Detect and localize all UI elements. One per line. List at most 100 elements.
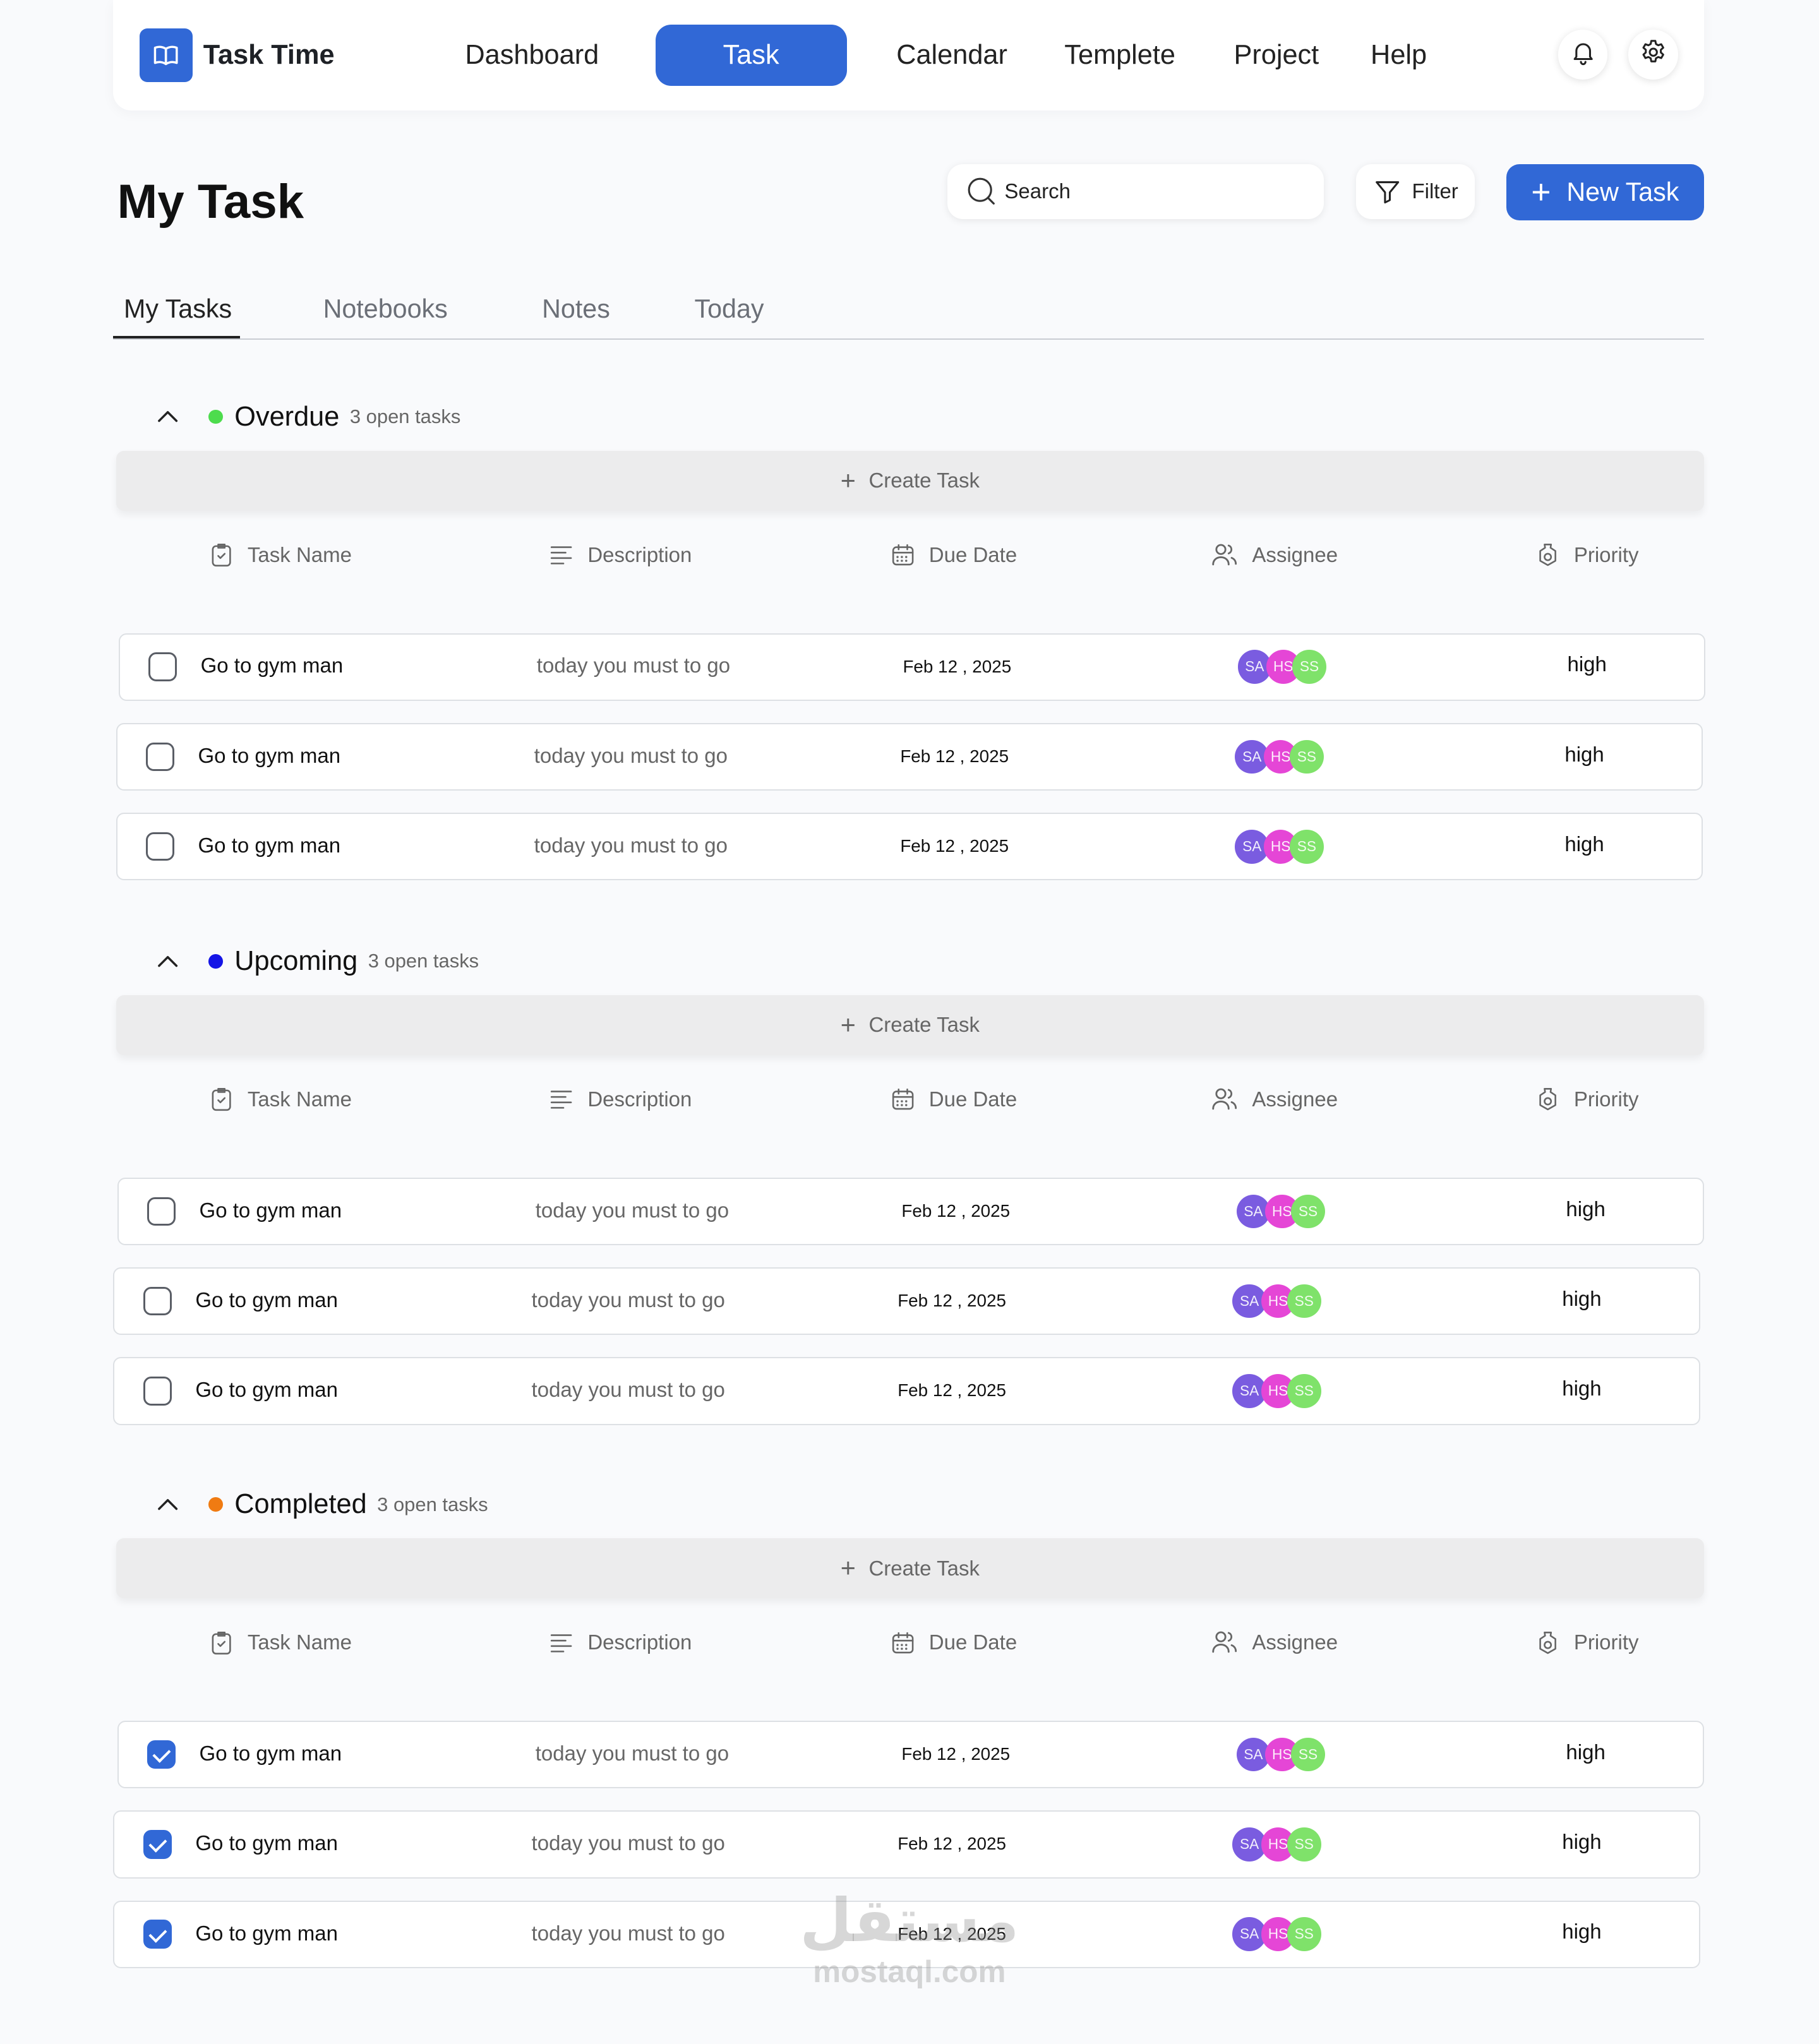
search-box[interactable]: Search: [947, 164, 1324, 219]
avatar-ss[interactable]: SS: [1287, 1827, 1321, 1862]
table-row[interactable]: Go to gym man today you must to go Feb 12 …: [113, 1357, 1700, 1425]
column-label: Priority: [1573, 1087, 1639, 1111]
avatar-ss[interactable]: SS: [1290, 739, 1324, 774]
col-task-name[interactable]: Task Name: [208, 534, 352, 576]
users-icon: [1210, 541, 1252, 569]
avatar-ss[interactable]: SS: [1287, 1917, 1321, 1951]
description-lines-icon: [548, 1086, 587, 1112]
calendar-icon: [890, 1630, 929, 1656]
nav-task[interactable]: Task: [655, 25, 847, 87]
col-description[interactable]: Description: [548, 1622, 692, 1663]
task-checkbox[interactable]: [143, 1377, 172, 1406]
avatar-ss[interactable]: SS: [1287, 1284, 1321, 1318]
priority-hexagon-icon: [1535, 542, 1574, 568]
table-row[interactable]: Go to gym man today you must to go Feb 12 …: [116, 722, 1703, 791]
group-header[interactable]: Completed 3 open tasks: [155, 1481, 488, 1527]
group-header[interactable]: Upcoming 3 open tasks: [155, 938, 479, 984]
users-icon: [1210, 1628, 1252, 1656]
group-header[interactable]: Overdue 3 open tasks: [155, 393, 460, 440]
table-row[interactable]: Go to gym man today you must to go Feb 12 …: [116, 813, 1703, 881]
task-priority: high: [1562, 1920, 1602, 1944]
column-label: Description: [587, 542, 692, 566]
task-checkbox[interactable]: [148, 652, 177, 681]
clipboard-check-icon: [208, 1630, 248, 1656]
tab-my-tasks[interactable]: My Tasks: [124, 294, 232, 324]
task-description: today you must to go: [535, 1198, 729, 1222]
top-navbar: Task Time Dashboard Task Calendar Temple…: [113, 0, 1705, 111]
table-row[interactable]: Go to gym man today you must to go Feb 12 …: [113, 1267, 1700, 1336]
task-due-date: Feb 12 , 2025: [901, 1744, 1011, 1764]
plus-icon: +: [1531, 172, 1551, 211]
page-title: My Task: [117, 175, 304, 229]
column-label: Due Date: [928, 1630, 1018, 1654]
chevron-up-icon[interactable]: [155, 948, 181, 974]
group-title: Completed: [234, 1489, 367, 1520]
filter-button[interactable]: Filter: [1356, 164, 1475, 219]
task-checkbox[interactable]: [145, 742, 175, 772]
avatar-ss[interactable]: SS: [1291, 1737, 1325, 1772]
task-name: Go to gym man: [198, 834, 341, 858]
tab-today[interactable]: Today: [694, 294, 764, 324]
col-due-date[interactable]: Due Date: [890, 1622, 1017, 1663]
task-due-date: Feb 12 , 2025: [897, 1380, 1006, 1401]
nav-templete[interactable]: Templete: [1064, 25, 1175, 86]
clipboard-check-icon: [208, 1086, 248, 1112]
avatar-ss[interactable]: SS: [1292, 650, 1326, 684]
table-row[interactable]: Go to gym man today you must to go Feb 12 …: [117, 1177, 1705, 1245]
column-label: Due Date: [928, 1087, 1018, 1111]
col-priority[interactable]: Priority: [1535, 534, 1639, 576]
task-due-date: Feb 12 , 2025: [900, 746, 1009, 766]
column-label: Description: [587, 1087, 692, 1111]
col-due-date[interactable]: Due Date: [890, 534, 1017, 576]
col-assignee[interactable]: Assignee: [1210, 534, 1338, 576]
table-row[interactable]: Go to gym man today you must to go Feb 12 …: [117, 1720, 1705, 1789]
avatar-ss[interactable]: SS: [1290, 829, 1324, 864]
nav-calendar[interactable]: Calendar: [896, 25, 1007, 86]
create-task-button[interactable]: + Create Task: [116, 995, 1705, 1055]
task-name: Go to gym man: [199, 1741, 342, 1765]
task-checkbox[interactable]: [143, 1920, 172, 1949]
col-task-name[interactable]: Task Name: [208, 1622, 352, 1663]
task-checkbox[interactable]: [143, 1830, 172, 1859]
col-due-date[interactable]: Due Date: [890, 1079, 1017, 1120]
nav-help[interactable]: Help: [1371, 25, 1427, 86]
task-checkbox[interactable]: [143, 1286, 172, 1316]
settings-button[interactable]: [1628, 30, 1678, 80]
search-input[interactable]: Search: [1004, 179, 1071, 203]
task-name: Go to gym man: [200, 654, 344, 678]
create-task-button[interactable]: + Create Task: [116, 1538, 1705, 1599]
group-status-dot: [208, 953, 223, 969]
task-priority: high: [1567, 652, 1607, 676]
task-description: today you must to go: [536, 654, 731, 678]
avatar-ss[interactable]: SS: [1287, 1374, 1321, 1408]
task-description: today you must to go: [531, 1831, 725, 1855]
tab-notes[interactable]: Notes: [542, 294, 610, 324]
col-assignee[interactable]: Assignee: [1210, 1079, 1338, 1120]
col-priority[interactable]: Priority: [1535, 1079, 1639, 1120]
nav-project[interactable]: Project: [1234, 25, 1319, 86]
task-checkbox[interactable]: [145, 832, 175, 861]
avatar-ss[interactable]: SS: [1291, 1194, 1325, 1229]
nav-dashboard[interactable]: Dashboard: [465, 25, 599, 86]
new-task-button[interactable]: + New Task: [1506, 164, 1705, 220]
notifications-button[interactable]: [1558, 30, 1608, 80]
gear-icon: [1639, 38, 1667, 71]
col-task-name[interactable]: Task Name: [208, 1079, 352, 1120]
task-checkbox[interactable]: [147, 1197, 176, 1226]
group-count: 3 open tasks: [377, 1493, 488, 1515]
task-checkbox[interactable]: [147, 1740, 176, 1769]
table-header: Task Name Description Due Date Assignee Prio…: [0, 534, 1819, 576]
col-description[interactable]: Description: [548, 1079, 692, 1120]
chevron-up-icon[interactable]: [155, 403, 181, 429]
tab-notebooks[interactable]: Notebooks: [323, 294, 448, 324]
group-count: 3 open tasks: [368, 950, 479, 972]
chevron-up-icon[interactable]: [155, 1491, 181, 1517]
view-tabs: My Tasks Notebooks Notes Today: [113, 285, 1705, 340]
task-due-date: Feb 12 , 2025: [903, 656, 1012, 676]
col-assignee[interactable]: Assignee: [1210, 1622, 1338, 1663]
table-row[interactable]: Go to gym man today you must to go Feb 12 …: [113, 1810, 1700, 1879]
table-row[interactable]: Go to gym man today you must to go Feb 12 …: [118, 633, 1706, 701]
col-priority[interactable]: Priority: [1535, 1622, 1639, 1663]
create-task-button[interactable]: + Create Task: [116, 450, 1705, 511]
col-description[interactable]: Description: [548, 534, 692, 576]
